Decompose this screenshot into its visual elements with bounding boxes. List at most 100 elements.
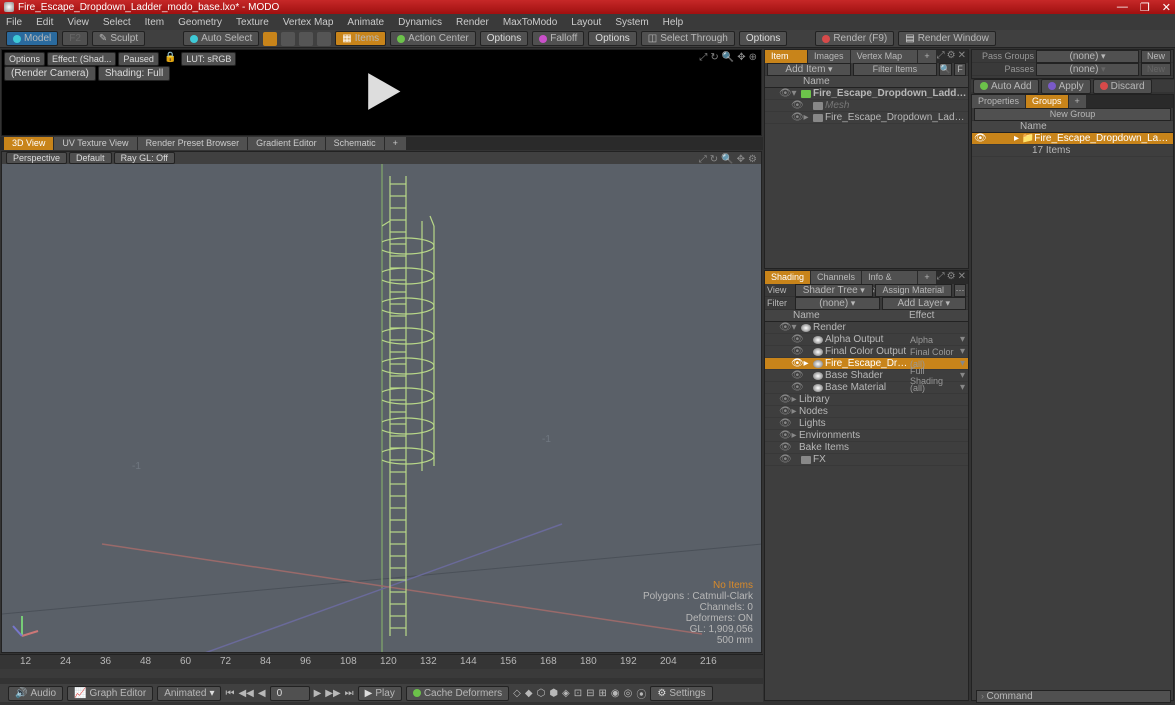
key2-icon[interactable]: ◆ — [525, 688, 533, 699]
menu-file[interactable]: File — [6, 17, 22, 28]
tree-row[interactable]: 👁▾Fire_Escape_Dropdown_Ladder_m... — [765, 88, 968, 100]
pan-icon[interactable]: ✥ — [737, 52, 745, 63]
model-button[interactable]: Model — [6, 31, 58, 46]
ptab-shading[interactable]: Shading — [765, 271, 810, 284]
il-x-icon[interactable]: ✕ — [958, 50, 966, 63]
menu-vertex-map[interactable]: Vertex Map — [283, 17, 334, 28]
key-icon[interactable]: ◇ — [513, 688, 521, 699]
tree-row[interactable]: 👁Lights — [765, 418, 968, 430]
tree-row[interactable]: 👁▾Render — [765, 322, 968, 334]
tree-row[interactable]: 👁▸Library — [765, 394, 968, 406]
auto-add-button[interactable]: Auto Add — [973, 79, 1039, 94]
orbit-icon[interactable]: ⊕ — [749, 52, 757, 63]
preview-effect[interactable]: Effect: (Shad... — [47, 52, 116, 66]
menu-help[interactable]: Help — [663, 17, 684, 28]
options3-button[interactable]: Options — [739, 31, 787, 46]
tree-row[interactable]: 👁Base Material(all)▾ — [765, 382, 968, 394]
vp-raygl[interactable]: Ray GL: Off — [114, 152, 175, 164]
lock-icon[interactable]: 🔒 — [161, 52, 179, 66]
key5-icon[interactable]: ◈ — [562, 688, 570, 699]
menu-texture[interactable]: Texture — [236, 17, 269, 28]
add-item-button[interactable]: Add Item ▾ — [767, 63, 851, 76]
audio-button[interactable]: 🔊 Audio — [8, 686, 63, 701]
play-icon[interactable] — [359, 68, 405, 117]
tree-row[interactable]: 👁Mesh — [765, 100, 968, 112]
tree-row[interactable]: 👁▸Nodes — [765, 406, 968, 418]
passes-new-button[interactable]: New — [1141, 63, 1171, 76]
filter-none-dropdown[interactable]: (none) ▾ — [795, 297, 880, 310]
passes-dropdown[interactable]: (none) ▾ — [1036, 63, 1139, 76]
current-frame[interactable]: 0 — [270, 686, 310, 701]
snap3-icon[interactable] — [299, 32, 313, 46]
prev-key-icon[interactable]: ◀◀ — [238, 688, 253, 699]
key6-icon[interactable]: ⊡ — [574, 688, 582, 699]
action-center-button[interactable]: Action Center — [390, 31, 476, 46]
ptab-vertex-map-list[interactable]: Vertex Map List — [851, 50, 918, 63]
key8-icon[interactable]: ⊞ — [599, 688, 607, 699]
prtabs-add[interactable]: + — [1069, 95, 1086, 108]
sh-gear-icon[interactable]: ⚙ — [947, 271, 956, 284]
ptab-images[interactable]: Images — [808, 50, 850, 63]
render-f9-button[interactable]: Render (F9) — [815, 31, 894, 46]
menu-render[interactable]: Render — [456, 17, 489, 28]
snap2-icon[interactable] — [281, 32, 295, 46]
vp-perspective[interactable]: Perspective — [6, 152, 67, 164]
sculpt-button[interactable]: ✎Sculpt — [92, 31, 145, 46]
next-key-icon[interactable]: ▶▶ — [325, 688, 340, 699]
key11-icon[interactable]: ⦿ — [636, 686, 646, 701]
shader-tree-dropdown[interactable]: Shader Tree ▾ — [795, 284, 873, 297]
animated-dropdown[interactable]: Animated ▾ — [157, 686, 221, 701]
discard-button[interactable]: Discard — [1093, 79, 1152, 94]
filter-search-icon[interactable]: 🔍 — [939, 63, 952, 76]
key7-icon[interactable]: ⊟ — [586, 688, 594, 699]
graph-editor-button[interactable]: 📈 Graph Editor — [67, 686, 153, 701]
ptab-properties[interactable]: Properties — [972, 95, 1025, 108]
maximize-button[interactable]: ❐ — [1140, 1, 1150, 14]
next-frame-icon[interactable]: ▶ — [314, 688, 322, 699]
tab-render-preset-browser[interactable]: Render Preset Browser — [138, 137, 248, 150]
last-frame-icon[interactable]: ⏭ — [345, 688, 354, 699]
menu-dynamics[interactable]: Dynamics — [398, 17, 442, 28]
preview-paused[interactable]: Paused — [118, 52, 159, 66]
tree-row[interactable]: 👁FX — [765, 454, 968, 466]
apply-button[interactable]: Apply — [1041, 79, 1091, 94]
menu-view[interactable]: View — [67, 17, 89, 28]
tab-gradient-editor[interactable]: Gradient Editor — [248, 137, 325, 150]
menu-item[interactable]: Item — [145, 17, 164, 28]
tree-row[interactable]: 👁Final Color OutputFinal Color▾ — [765, 346, 968, 358]
preview-lut[interactable]: LUT: sRGB — [181, 52, 236, 66]
il-gear-icon[interactable]: ⚙ — [947, 50, 956, 63]
tree-row[interactable]: 👁Alpha OutputAlpha▾ — [765, 334, 968, 346]
tab-uv-texture-view[interactable]: UV Texture View — [54, 137, 136, 150]
group-item[interactable]: 👁▸ 📁 Fire_Escape_Dropdown_Ladd... — [972, 133, 1173, 145]
close-button[interactable]: ✕ — [1162, 1, 1171, 14]
preview-camera[interactable]: (Render Camera) — [4, 66, 96, 81]
snap4-icon[interactable] — [317, 32, 331, 46]
cache-deformers-button[interactable]: Cache Deformers — [406, 686, 509, 701]
render-window-button[interactable]: ▤ Render Window — [898, 31, 996, 46]
play-button[interactable]: ▶ Play — [358, 686, 402, 701]
preview-options[interactable]: Options — [4, 52, 45, 66]
preview-shading[interactable]: Shading: Full — [98, 66, 170, 81]
tree-row[interactable]: 👁▸Environments — [765, 430, 968, 442]
key4-icon[interactable]: ⬢ — [549, 688, 558, 699]
menu-system[interactable]: System — [615, 17, 648, 28]
assign-material-button[interactable]: Assign Material — [875, 284, 953, 297]
filter-items-button[interactable]: Filter Items — [853, 63, 937, 76]
menu-edit[interactable]: Edit — [36, 17, 53, 28]
tree-row[interactable]: 👁Base ShaderFull Shading▾ — [765, 370, 968, 382]
first-frame-icon[interactable]: ⏮ — [225, 688, 234, 699]
ptab-info---statistics[interactable]: Info & Statistics — [862, 271, 917, 284]
menu-animate[interactable]: Animate — [347, 17, 384, 28]
items-button[interactable]: ▦ Items — [335, 31, 386, 46]
rotate-icon[interactable]: ↻ — [710, 52, 718, 63]
snap-icon[interactable] — [263, 32, 277, 46]
axis-gizmo[interactable] — [10, 611, 40, 644]
tab-3d-view[interactable]: 3D View — [4, 137, 53, 150]
menu-geometry[interactable]: Geometry — [178, 17, 222, 28]
prev-frame-icon[interactable]: ◀ — [258, 688, 266, 699]
add-tab-button[interactable]: + — [385, 137, 406, 150]
expand-icon[interactable]: ⤢ — [699, 52, 707, 63]
tree-row[interactable]: 👁Bake Items — [765, 442, 968, 454]
ptab-groups[interactable]: Groups — [1026, 95, 1068, 108]
